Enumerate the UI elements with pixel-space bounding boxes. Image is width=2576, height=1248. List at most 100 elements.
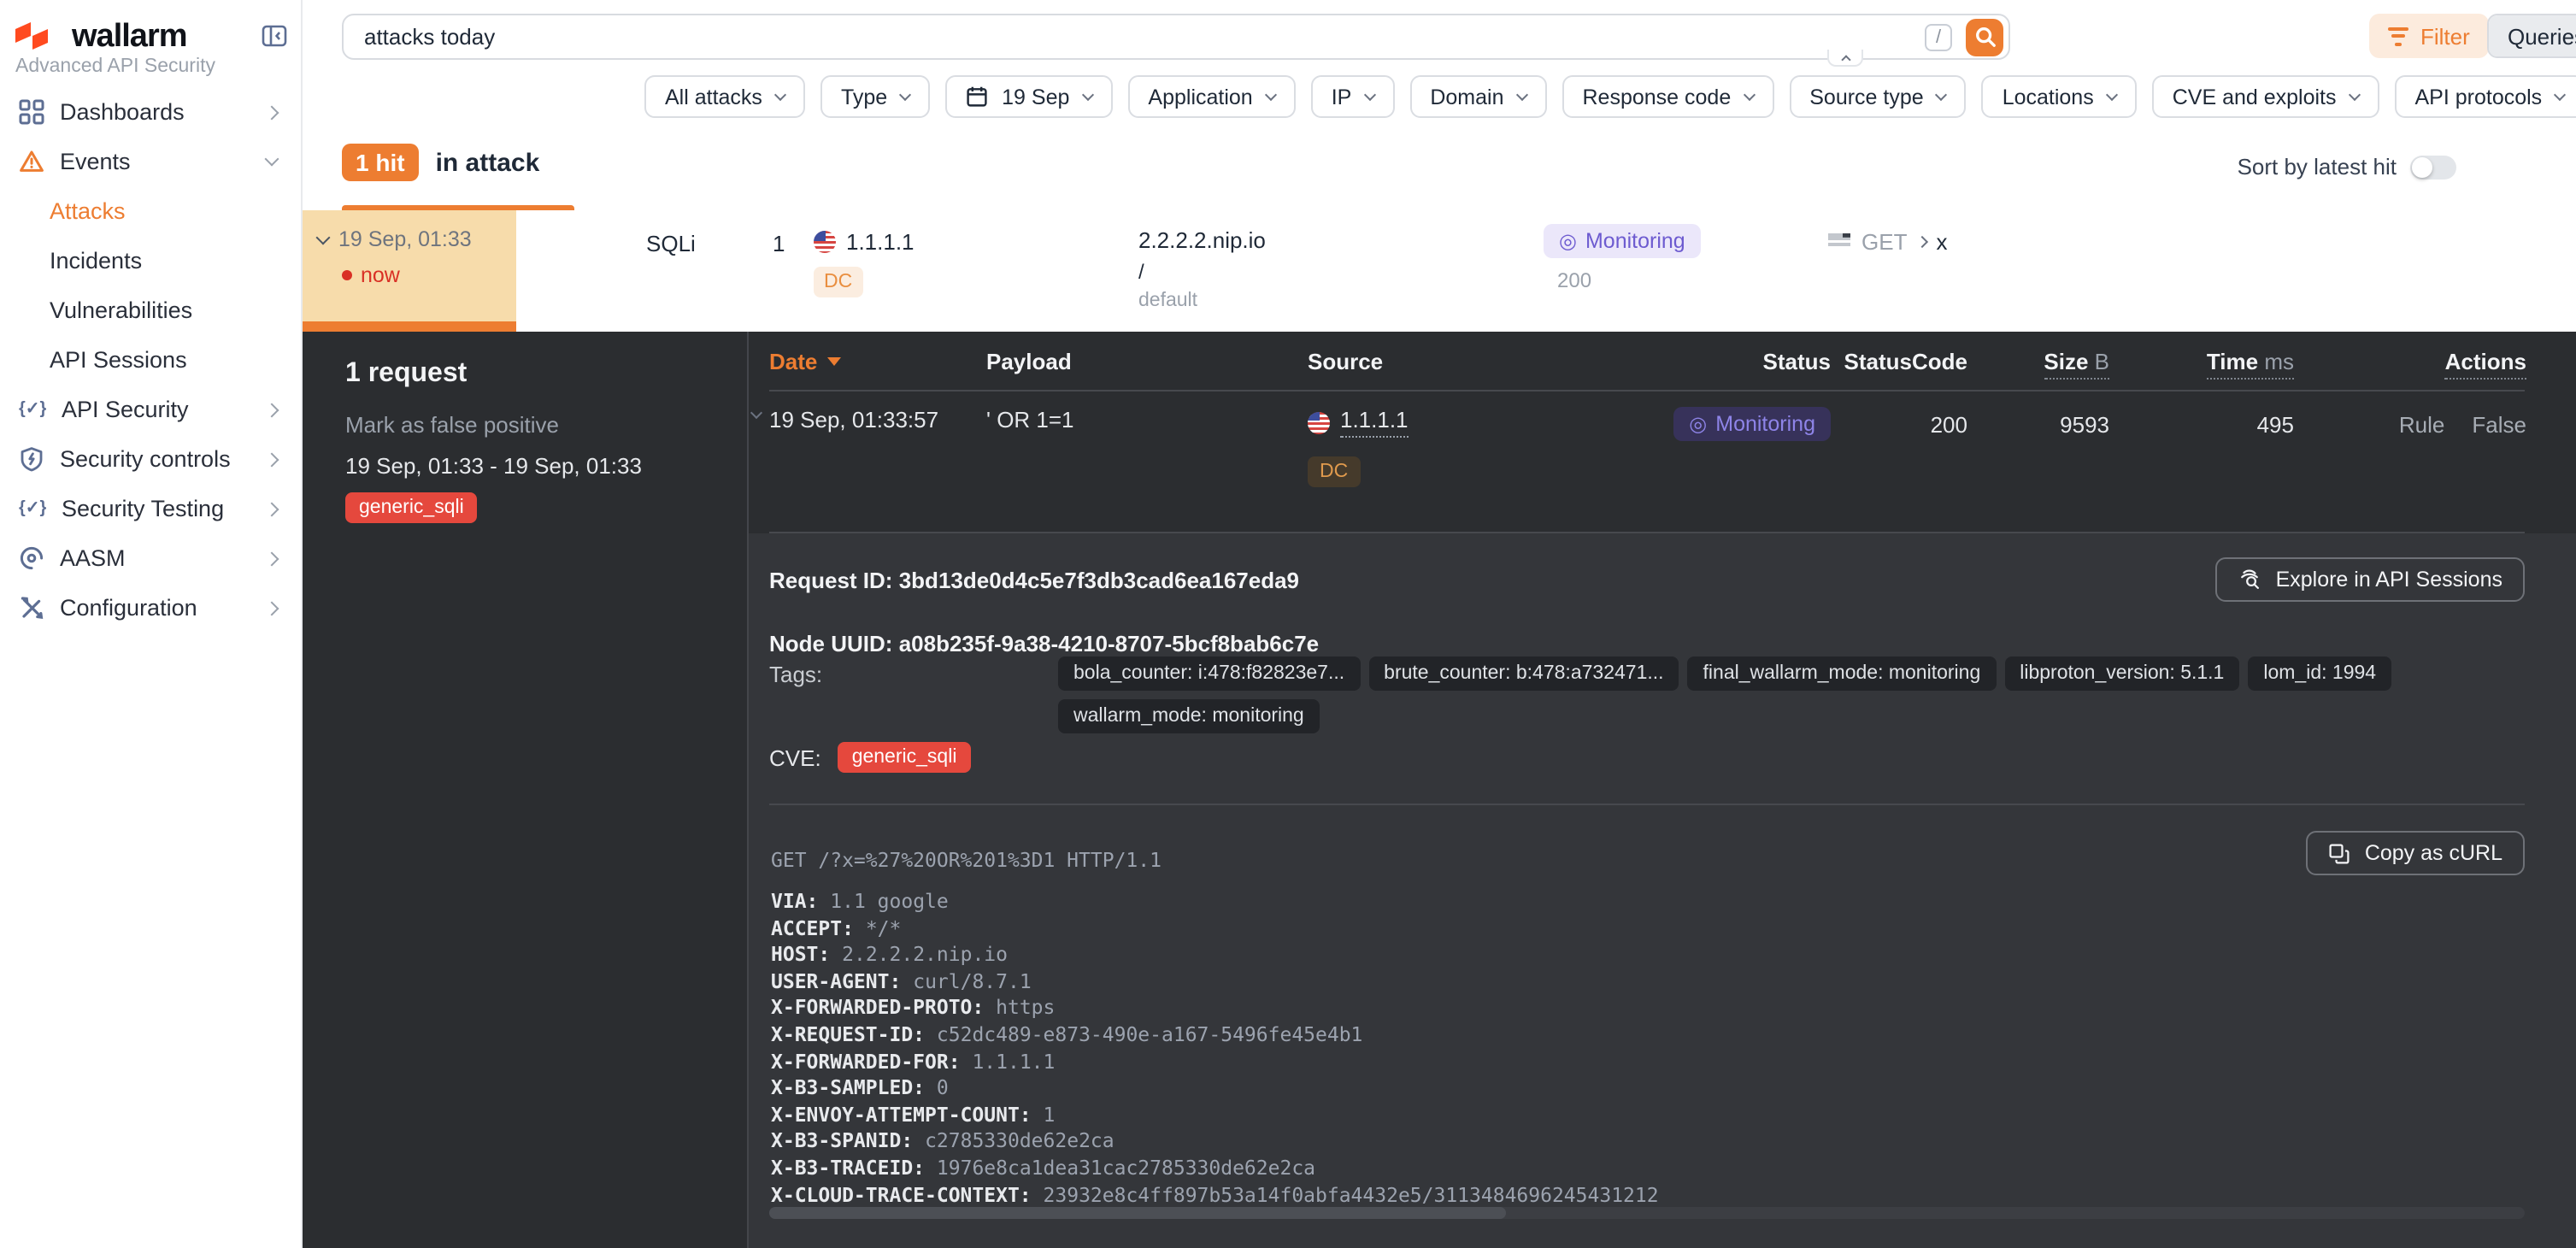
sidebar-item-events[interactable]: Events	[0, 137, 301, 186]
chevron-right-icon	[265, 105, 279, 120]
hit-details: Request ID: 3bd13de0d4c5e7f3db3cad6ea167…	[749, 533, 2576, 1248]
sidebar-item-vulnerabilities[interactable]: Vulnerabilities	[0, 286, 301, 335]
hit-row[interactable]: 19 Sep, 01:33:57 ' OR 1=1 1.1.1.1 DC ◎ M…	[769, 407, 2525, 487]
mark-false-positive-link[interactable]: Mark as false positive	[345, 412, 559, 438]
filter-chip-date[interactable]: 19 Sep	[945, 75, 1112, 118]
sidebar-item-aasm[interactable]: AASM	[0, 533, 301, 583]
search-icon	[1973, 26, 1996, 48]
chevron-right-icon	[265, 403, 279, 417]
attack-detail-panel: 1 request Mark as false positive 19 Sep,…	[303, 332, 2576, 1248]
column-header-time[interactable]: Time ms	[2207, 349, 2294, 374]
hits-area: Date Payload Source Status StatusCode Si…	[749, 332, 2576, 1248]
sidebar-item-api-sessions[interactable]: API Sessions	[0, 335, 301, 385]
column-header-source: Source	[1308, 349, 1650, 374]
shield-bolt-icon	[19, 446, 44, 472]
filter-chip-domain[interactable]: Domain	[1409, 75, 1546, 118]
tab-in-attack[interactable]: 1 hit in attack	[342, 144, 539, 181]
filter-chip-cve-and-exploits[interactable]: CVE and exploits	[2152, 75, 2379, 118]
wallarm-logo-icon[interactable]	[15, 19, 62, 53]
filter-chip-source-type[interactable]: Source type	[1789, 75, 1966, 118]
filter-button[interactable]: Filter	[2369, 14, 2489, 58]
sidebar-item-dashboards[interactable]: Dashboards	[0, 87, 301, 137]
filters-row: All attacks Type 19 Sep Application IP D…	[644, 75, 2559, 118]
eye-icon: ◎	[1689, 414, 1707, 434]
sort-by-latest-hit: Sort by latest hit	[2238, 154, 2456, 180]
tag-chip: brute_counter: b:478:a732471...	[1368, 656, 1679, 691]
filter-chip-api-protocols[interactable]: API protocols	[2395, 75, 2576, 118]
sidebar-item-incidents[interactable]: Incidents	[0, 236, 301, 286]
expand-chevron-icon[interactable]	[750, 407, 762, 419]
column-header-date[interactable]: Date	[769, 349, 986, 374]
sidebar-item-configuration[interactable]: Configuration	[0, 583, 301, 633]
hit-source-ip-link[interactable]: 1.1.1.1	[1308, 407, 1409, 438]
false-action-button[interactable]: False	[2472, 412, 2526, 438]
explore-in-api-sessions-button[interactable]: Explore in API Sessions	[2216, 557, 2525, 602]
copy-as-curl-button[interactable]: Copy as cURL	[2307, 831, 2525, 875]
attack-date-cell[interactable]: 19 Sep, 01:33 now	[303, 210, 516, 321]
filter-chip-all-attacks[interactable]: All attacks	[644, 75, 805, 118]
search-input-container: /	[342, 14, 2010, 60]
selected-row-accent	[303, 321, 516, 332]
tag-chip: wallarm_mode: monitoring	[1058, 699, 1320, 733]
filter-chip-ip[interactable]: IP	[1311, 75, 1395, 118]
http-header: X-FORWARDED-FOR: 1.1.1.1	[771, 1049, 1659, 1075]
chevron-down-icon	[1515, 88, 1527, 100]
http-header: VIA: 1.1 google	[771, 889, 1659, 915]
sidebar-item-api-security[interactable]: {✓} API Security	[0, 385, 301, 434]
attack-type: SQLi	[646, 231, 696, 256]
tag-chip: lom_id: 1994	[2248, 656, 2391, 691]
details-divider	[769, 804, 2525, 805]
sidebar-collapse-icon[interactable]	[262, 24, 287, 48]
chevron-down-icon	[2106, 88, 2118, 100]
chevron-right-icon	[265, 601, 279, 615]
attack-row[interactable]: 19 Sep, 01:33 now SQLi 1 1.1.1.1 DC 2.2.…	[303, 210, 2576, 332]
sidebar-item-security-testing[interactable]: {✓} Security Testing	[0, 484, 301, 533]
http-header: HOST: 2.2.2.2.nip.io	[771, 942, 1659, 968]
attack-recency: now	[361, 263, 400, 287]
chevron-right-icon	[1915, 236, 1927, 248]
braces-check-icon: {✓}	[19, 400, 46, 419]
datacenter-badge[interactable]: DC	[1308, 456, 1360, 487]
http-request-line: GET /?x=%27%20OR%201%3D1 HTTP/1.1	[771, 848, 1162, 872]
endpoint-icon	[1827, 233, 1851, 251]
cve-row: CVE: generic_sqli	[769, 742, 970, 773]
hits-count-badge: 1 hit	[342, 144, 419, 181]
fingerprint-search-icon	[2238, 568, 2262, 592]
topbar: / Filter Queries ☆	[303, 0, 2576, 75]
filter-chip-locations[interactable]: Locations	[1982, 75, 2137, 118]
attack-date: 19 Sep, 01:33	[338, 227, 472, 251]
search-button[interactable]	[1966, 18, 2003, 56]
sidebar-item-attacks[interactable]: Attacks	[0, 186, 301, 236]
hits-table-header: Date Payload Source Status StatusCode Si…	[769, 349, 2525, 391]
results-bar: 1 hit in attack Sort by latest hit	[303, 123, 2576, 210]
hit-status-code: 200	[1931, 407, 1967, 438]
spiral-icon	[19, 545, 44, 571]
hit-time: 495	[2257, 407, 2294, 438]
filters-collapse-handle[interactable]	[1827, 50, 1863, 67]
tag-chip: bola_counter: i:478:f82823e7...	[1058, 656, 1360, 691]
monitoring-mode-badge: ◎ Monitoring	[1544, 224, 1701, 258]
sort-desc-icon	[827, 357, 841, 366]
http-header: X-CLOUD-TRACE-CONTEXT: 23932e8c4ff897b53…	[771, 1182, 1659, 1209]
sort-toggle[interactable]	[2410, 155, 2456, 179]
filter-chip-type[interactable]: Type	[820, 75, 930, 118]
chevron-right-icon	[265, 551, 279, 566]
column-header-actions[interactable]: Actions	[2445, 349, 2526, 374]
column-header-size[interactable]: Size B	[2044, 349, 2109, 374]
cve-tag[interactable]: generic_sqli	[838, 742, 971, 773]
filter-chip-response-code[interactable]: Response code	[1562, 75, 1774, 118]
attack-type-tag[interactable]: generic_sqli	[345, 492, 478, 523]
chevron-down-icon	[899, 88, 911, 100]
copy-icon	[2329, 842, 2351, 864]
rule-action-button[interactable]: Rule	[2399, 412, 2445, 438]
sidebar-item-security-controls[interactable]: Security controls	[0, 434, 301, 484]
requests-count: 1 request	[345, 359, 467, 390]
scrollbar-thumb[interactable]	[769, 1207, 1507, 1219]
filter-chip-application[interactable]: Application	[1127, 75, 1295, 118]
queries-button[interactable]: Queries	[2489, 15, 2576, 56]
search-input[interactable]	[344, 24, 1925, 50]
horizontal-scrollbar[interactable]	[769, 1207, 2525, 1219]
datacenter-badge[interactable]: DC	[814, 267, 862, 297]
chevron-right-icon	[265, 502, 279, 516]
collapse-chevron-icon[interactable]	[316, 230, 331, 244]
